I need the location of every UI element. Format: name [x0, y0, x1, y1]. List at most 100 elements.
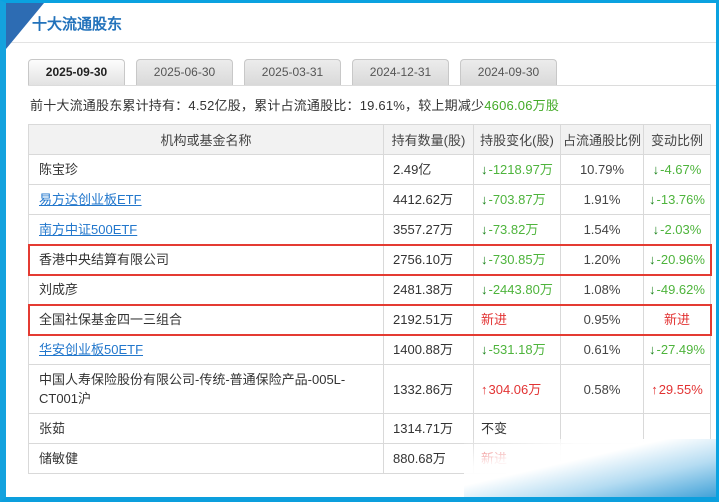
tab-label: 2024-09-30: [477, 65, 540, 79]
tab-label: 2024-12-31: [369, 65, 432, 79]
summary-change-value: 4606.06万股: [484, 98, 560, 113]
tab-date-2025-06-30[interactable]: 2025-06-30: [136, 59, 233, 85]
holding-change-value: 新进: [481, 312, 508, 327]
holding-change-value: -2443.80万: [488, 282, 553, 297]
summary-line: 前十大流通股东累计持有：4.52亿股，累计占流通股比：19.61%，较上期减少4…: [28, 86, 716, 122]
holding-change-value: -703.87万: [488, 192, 546, 207]
down-arrow-icon: ↓: [652, 162, 660, 177]
date-tabs: 2025-09-30 2025-06-30 2025-03-31 2024-12…: [28, 59, 716, 86]
shareholders-table: 机构或基金名称 持有数量(股) 持股变化(股) 占流通股比例 变动比例 陈宝珍 …: [27, 124, 712, 474]
table-row-highlighted: 香港中央结算有限公司 2756.10万 ↓-730.85万 1.20% ↓-20…: [27, 243, 712, 276]
tab-date-2024-12-31[interactable]: 2024-12-31: [352, 59, 449, 85]
holding-quantity: 3557.27万: [393, 222, 453, 237]
holding-quantity: 880.68万: [393, 451, 446, 466]
down-arrow-icon: ↓: [649, 342, 656, 357]
shareholder-name: 香港中央结算有限公司: [39, 252, 170, 267]
column-header-change: 持股变化(股): [473, 124, 561, 155]
tab-date-2025-09-30[interactable]: 2025-09-30: [28, 59, 125, 85]
table-row: 南方中证500ETF 3557.27万 ↓-73.82万 1.54% ↓-2.0…: [28, 214, 711, 245]
panel-content: 十大流通股东 2025-09-30 2025-06-30 2025-03-31 …: [6, 3, 716, 474]
table-row: 中国人寿保险股份有限公司-传统-普通保险产品-005L-CT001沪 1332.…: [28, 364, 711, 414]
variation-ratio: -13.76%: [656, 192, 705, 207]
holding-quantity: 2192.51万: [393, 312, 453, 327]
variation-ratio: 29.55%: [658, 381, 703, 397]
tab-label: 2025-09-30: [45, 65, 108, 79]
up-arrow-icon: ↑: [481, 381, 488, 397]
shareholder-link[interactable]: 华安创业板50ETF: [39, 342, 143, 357]
column-header-quantity: 持有数量(股): [383, 124, 474, 155]
holding-change-value: -1218.97万: [488, 162, 553, 177]
circulating-ratio: 0.61%: [583, 342, 621, 357]
shareholder-link[interactable]: 南方中证500ETF: [39, 222, 137, 237]
down-arrow-icon: ↓: [481, 192, 488, 207]
holding-quantity: 2.49亿: [393, 162, 432, 177]
table-header-row: 机构或基金名称 持有数量(股) 持股变化(股) 占流通股比例 变动比例: [28, 124, 711, 155]
top-shareholders-panel: 十大流通股东 2025-09-30 2025-06-30 2025-03-31 …: [0, 0, 719, 502]
shareholder-link[interactable]: 易方达创业板ETF: [39, 192, 142, 207]
down-arrow-icon: ↓: [481, 222, 488, 237]
down-arrow-icon: ↓: [481, 252, 488, 267]
variation-ratio: -4.67%: [660, 162, 702, 177]
circulating-ratio: 10.79%: [579, 162, 625, 177]
holding-quantity: 2756.10万: [393, 252, 453, 267]
summary-ratio-value: 19.61%: [359, 98, 406, 113]
table-row: 陈宝珍 2.49亿 ↓-1218.97万 10.79% ↓-4.67%: [28, 154, 711, 185]
table-row: 张茹 1314.71万 不变: [28, 413, 711, 444]
holding-quantity: 1400.88万: [393, 342, 453, 357]
holding-quantity: 4412.62万: [393, 192, 453, 207]
circulating-ratio: 1.54%: [583, 222, 621, 237]
variation-ratio: -20.96%: [656, 252, 705, 267]
shareholder-name: 刘成彦: [39, 282, 79, 297]
table-row: 储敏健 880.68万 新进: [28, 443, 711, 474]
shareholder-name: 中国人寿保险股份有限公司-传统-普通保险产品-005L-CT001沪: [39, 372, 346, 406]
variation-ratio: -49.62%: [656, 282, 705, 297]
table-row: 华安创业板50ETF 1400.88万 ↓-531.18万 0.61% ↓-27…: [28, 334, 711, 365]
down-arrow-icon: ↓: [649, 192, 656, 207]
shareholder-name: 张茹: [39, 421, 66, 436]
variation-ratio: -2.03%: [660, 222, 702, 237]
holding-quantity: 1314.71万: [393, 421, 453, 436]
circulating-ratio: 0.58%: [583, 381, 621, 397]
shareholder-name: 陈宝珍: [39, 162, 79, 177]
variation-ratio: 新进: [663, 312, 690, 327]
circulating-ratio: 0.95%: [583, 312, 621, 327]
table-row-highlighted: 全国社保基金四一三组合 2192.51万 新进 0.95% 新进: [27, 303, 712, 336]
holding-change-value: 不变: [481, 421, 508, 436]
tab-date-2024-09-30[interactable]: 2024-09-30: [460, 59, 557, 85]
column-header-variation: 变动比例: [643, 124, 711, 155]
summary-label-change: ，较上期减少: [405, 98, 485, 113]
holding-quantity: 1332.86万: [393, 381, 453, 397]
circulating-ratio: 1.91%: [583, 192, 621, 207]
down-arrow-icon: ↓: [481, 342, 488, 357]
down-arrow-icon: ↓: [652, 222, 660, 237]
summary-label-ratio: ，累计占流通股比：: [240, 98, 360, 113]
down-arrow-icon: ↓: [481, 282, 488, 297]
circulating-ratio: 1.20%: [583, 252, 621, 267]
tab-label: 2025-03-31: [261, 65, 324, 79]
down-arrow-icon: ↓: [481, 162, 488, 177]
shareholder-name: 储敏健: [39, 451, 79, 466]
summary-holding-value: 4.52亿股: [188, 98, 241, 113]
down-arrow-icon: ↓: [649, 252, 656, 267]
table-row: 易方达创业板ETF 4412.62万 ↓-703.87万 1.91% ↓-13.…: [28, 184, 711, 215]
circulating-ratio: 1.08%: [583, 282, 621, 297]
holding-change-value: 304.06万: [488, 381, 542, 397]
holding-change-value: -730.85万: [488, 252, 546, 267]
holding-change-value: 新进: [481, 451, 508, 466]
holding-change-value: -73.82万: [488, 222, 539, 237]
column-header-ratio: 占流通股比例: [560, 124, 644, 155]
table-row: 刘成彦 2481.38万 ↓-2443.80万 1.08% ↓-49.62%: [28, 274, 711, 305]
down-arrow-icon: ↓: [649, 282, 656, 297]
column-header-name: 机构或基金名称: [28, 124, 384, 155]
holding-change-value: -531.18万: [488, 342, 546, 357]
corner-fold-decoration: [6, 3, 44, 49]
variation-ratio: -27.49%: [656, 342, 705, 357]
page-title: 十大流通股东: [32, 16, 123, 33]
up-arrow-icon: ↑: [651, 381, 658, 397]
tab-date-2025-03-31[interactable]: 2025-03-31: [244, 59, 341, 85]
summary-label-holding: 前十大流通股东累计持有：: [30, 98, 189, 113]
tab-label: 2025-06-30: [153, 65, 216, 79]
holding-quantity: 2481.38万: [393, 282, 453, 297]
shareholder-name: 全国社保基金四一三组合: [39, 312, 183, 327]
title-divider: [6, 42, 716, 43]
